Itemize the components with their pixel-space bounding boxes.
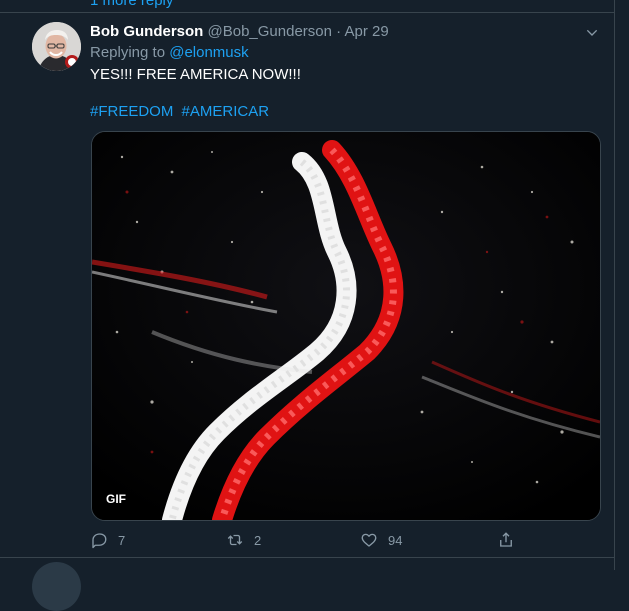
tweet-text: YES!!! FREE AMERICA NOW!!! [90, 66, 301, 83]
gif-media[interactable] [91, 131, 601, 521]
tweet-bottom-divider [0, 557, 615, 558]
retweet-count: 2 [254, 532, 262, 548]
tweet-header: Bob Gunderson @Bob_Gunderson · Apr 29 [90, 23, 389, 40]
tweet-actions: 7 2 94 [0, 529, 615, 553]
thread-top-divider: 1 more reply [0, 0, 615, 13]
gif-image [92, 132, 600, 520]
retweet-icon [227, 534, 243, 546]
more-replies-link[interactable]: 1 more reply [90, 0, 173, 9]
like-count: 94 [388, 532, 403, 548]
next-tweet-avatar[interactable] [32, 562, 81, 611]
share-icon [500, 532, 512, 547]
author-name[interactable]: Bob Gunderson [90, 23, 203, 40]
reply-button[interactable]: 7 [90, 529, 125, 551]
scrollbar[interactable] [614, 0, 629, 570]
reply-icon [92, 533, 107, 549]
reply-count: 7 [118, 532, 126, 548]
separator-dot: · [336, 23, 342, 40]
replying-mention-link[interactable]: @elonmusk [169, 44, 248, 61]
avatar-image [32, 22, 81, 71]
gif-badge: GIF [102, 490, 130, 508]
hashtag-link[interactable]: #FREEDOM [90, 103, 173, 120]
like-button[interactable]: 94 [360, 529, 402, 551]
share-button[interactable] [497, 529, 515, 551]
tweet[interactable]: Bob Gunderson @Bob_Gunderson · Apr 29 Re… [0, 13, 615, 558]
hashtags: #FREEDOM #AMERICAR [90, 103, 273, 120]
heart-icon [361, 533, 377, 547]
chevron-down-icon[interactable] [584, 25, 600, 41]
retweet-button[interactable]: 2 [226, 529, 261, 551]
avatar[interactable] [32, 22, 81, 71]
author-handle[interactable]: @Bob_Gunderson [208, 23, 332, 40]
replying-prefix: Replying to [90, 44, 166, 61]
tweet-date[interactable]: Apr 29 [345, 23, 389, 40]
hashtag-link[interactable]: #AMERICAR [182, 103, 270, 120]
replying-to: Replying to @elonmusk [90, 44, 249, 61]
